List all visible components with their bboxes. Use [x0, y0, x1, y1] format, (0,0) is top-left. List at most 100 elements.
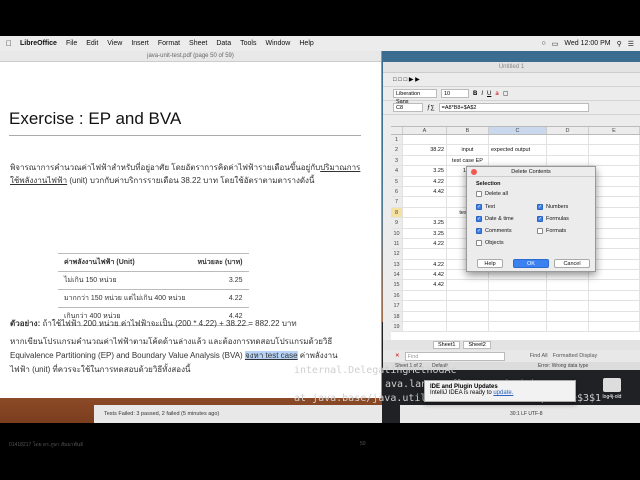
column-header-b[interactable]: B	[447, 127, 489, 134]
delete-all-checkbox[interactable]: Delete all	[476, 191, 508, 197]
menu-list-icon[interactable]: ☰	[628, 40, 634, 48]
checkbox-box[interactable]: ✓	[537, 216, 543, 222]
row-number[interactable]: 7	[391, 197, 403, 207]
cell-a[interactable]: 4.42	[403, 186, 447, 197]
sheet-tab[interactable]: Sheet1	[433, 341, 461, 349]
function-icon[interactable]: ƒ∑	[427, 105, 435, 111]
menu-data[interactable]: Data	[216, 40, 231, 47]
font-name-box[interactable]: Liberation Sans	[393, 89, 437, 105]
cell-e[interactable]	[589, 259, 640, 270]
row-number[interactable]: 8	[391, 207, 403, 218]
column-header-d[interactable]: D	[547, 127, 589, 134]
column-header-e[interactable]: E	[589, 127, 640, 134]
cell-b[interactable]: test case EP	[447, 155, 489, 166]
selected-text[interactable]: จงหา test case	[244, 351, 298, 360]
cell-a[interactable]	[403, 249, 447, 259]
row-number[interactable]: 12	[391, 249, 403, 259]
highlight-icon[interactable]: ▢	[503, 90, 509, 97]
cell-d[interactable]	[547, 290, 589, 301]
cell-e[interactable]	[589, 301, 640, 311]
cell-d[interactable]	[547, 135, 589, 145]
checkbox-box[interactable]: ✓	[537, 204, 543, 210]
cell-e[interactable]	[589, 166, 640, 176]
menu-view[interactable]: View	[107, 40, 122, 47]
checkbox-box[interactable]	[537, 228, 543, 234]
cell-b[interactable]: input	[447, 145, 489, 155]
option-formulas[interactable]: ✓ Formulas	[537, 216, 569, 222]
menu-sheet[interactable]: Sheet	[189, 40, 207, 47]
option-date-time[interactable]: ✓ Date & time	[476, 216, 514, 222]
cell-e[interactable]	[589, 249, 640, 259]
row-number[interactable]: 1	[391, 135, 403, 145]
wifi-icon[interactable]: ○	[542, 40, 546, 47]
cancel-button[interactable]: Cancel	[554, 259, 590, 268]
cell-a[interactable]: 4.22	[403, 238, 447, 249]
cell-d[interactable]	[547, 311, 589, 322]
checkbox-box[interactable]	[476, 191, 482, 197]
cell-a[interactable]: 3.25	[403, 228, 447, 238]
cell-a[interactable]	[403, 155, 447, 166]
cell-b[interactable]	[447, 290, 489, 301]
option-numbers[interactable]: ✓ Numbers	[537, 204, 568, 210]
cell-d[interactable]	[547, 322, 589, 332]
cell-b[interactable]	[447, 311, 489, 322]
search-icon[interactable]: ⚲	[617, 40, 622, 48]
row-number[interactable]: 10	[391, 228, 403, 238]
cell-a[interactable]	[403, 322, 447, 332]
cell-e[interactable]	[589, 197, 640, 207]
checkbox-box[interactable]: ✓	[476, 228, 482, 234]
cell-a[interactable]: 4.42	[403, 280, 447, 290]
row-number[interactable]: 6	[391, 186, 403, 197]
menu-window[interactable]: Window	[265, 40, 290, 47]
apple-icon[interactable]: 	[4, 39, 14, 48]
cell-a[interactable]	[403, 135, 447, 145]
cell-a[interactable]	[403, 301, 447, 311]
menu-help[interactable]: Help	[299, 40, 313, 47]
menu-file[interactable]: File	[66, 40, 77, 47]
close-icon[interactable]: ✕	[395, 353, 400, 359]
cell-a[interactable]	[403, 207, 447, 218]
cell-e[interactable]	[589, 290, 640, 301]
cell-a[interactable]: 38.22	[403, 145, 447, 155]
menubar-clock[interactable]: Wed 12:00 PM	[564, 40, 610, 47]
menu-tools[interactable]: Tools	[240, 40, 256, 47]
cell-e[interactable]	[589, 135, 640, 145]
cell-a[interactable]	[403, 290, 447, 301]
cell-d[interactable]	[547, 155, 589, 166]
menu-insert[interactable]: Insert	[131, 40, 149, 47]
row-number[interactable]: 15	[391, 280, 403, 290]
help-button[interactable]: Help	[477, 259, 503, 268]
italic-icon[interactable]: I	[481, 91, 483, 97]
option-comments[interactable]: ✓ Comments	[476, 228, 512, 234]
close-icon[interactable]	[471, 169, 477, 175]
cell-e[interactable]	[589, 322, 640, 332]
row-number[interactable]: 13	[391, 259, 403, 270]
cell-b[interactable]	[447, 322, 489, 332]
checkbox-box[interactable]: ✓	[476, 204, 482, 210]
cell-d[interactable]	[547, 280, 589, 290]
cell-e[interactable]	[589, 155, 640, 166]
cell-d[interactable]	[547, 301, 589, 311]
row-number[interactable]: 11	[391, 238, 403, 249]
cursor-position[interactable]: 30:1 LF UTF-8	[510, 411, 543, 417]
cell-e[interactable]	[589, 186, 640, 197]
cell-b[interactable]	[447, 301, 489, 311]
font-size-box[interactable]: 10	[441, 89, 469, 98]
cell-e[interactable]	[589, 218, 640, 228]
bold-icon[interactable]: B	[473, 91, 477, 97]
cell-e[interactable]	[589, 207, 640, 218]
cell-c[interactable]	[489, 311, 547, 322]
cell-a[interactable]: 4.22	[403, 259, 447, 270]
column-header-c[interactable]: C	[489, 127, 547, 134]
checkbox-box[interactable]	[476, 240, 482, 246]
corner-cell[interactable]	[391, 127, 403, 134]
test-status[interactable]: Tests Failed: 3 passed, 2 failed (5 minu…	[104, 411, 219, 417]
checkbox-box[interactable]: ✓	[476, 216, 482, 222]
toolbar-icons[interactable]: □ □ □ ▶ ▶	[393, 76, 420, 83]
row-number[interactable]: 3	[391, 155, 403, 166]
cell-d[interactable]	[547, 145, 589, 155]
cell-c[interactable]	[489, 290, 547, 301]
cell-a[interactable]	[403, 311, 447, 322]
row-number[interactable]: 16	[391, 290, 403, 301]
cell-c[interactable]: expected output	[489, 145, 547, 155]
